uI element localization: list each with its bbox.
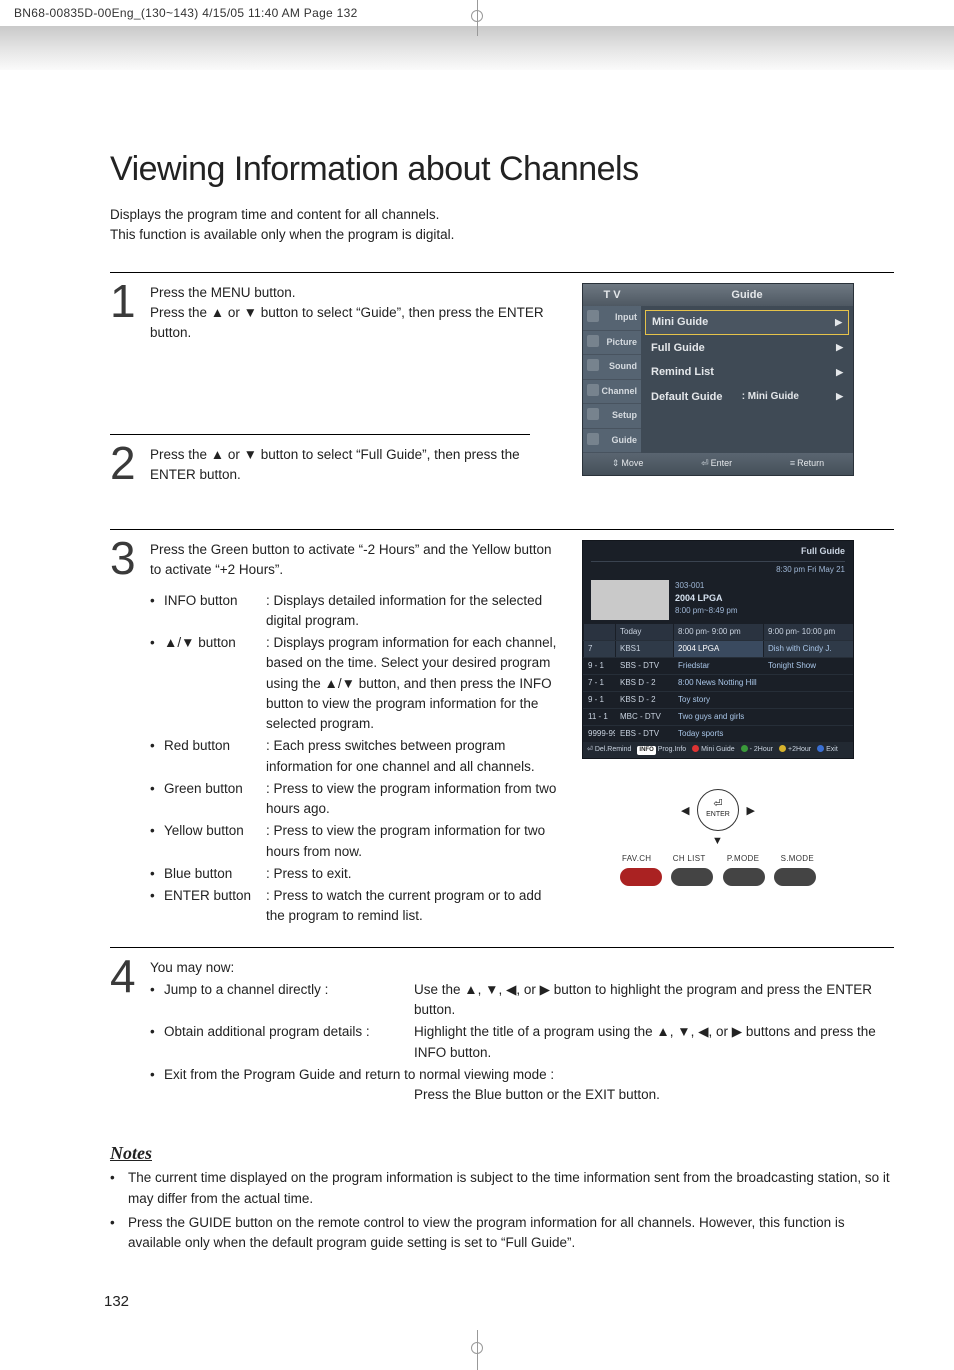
note-item: •Press the GUIDE button on the remote co… (110, 1213, 894, 1254)
tv-menu-right-header: Guide (641, 284, 853, 307)
step4-list: •Jump to a channel directly :Use the ▲, … (150, 980, 894, 1106)
tv-menu-left-header: T V (583, 284, 641, 307)
intro-line: This function is available only when the… (110, 227, 454, 242)
intro-text: Displays the program time and content fo… (110, 205, 894, 246)
fg-row: 11 - 1MBC - DTVTwo guys and girls (583, 708, 853, 725)
step-text-line: Press the MENU button. (150, 285, 296, 300)
tv-menu-right-col: Mini Guide▶ Full Guide▶ Remind List▶ Def… (641, 306, 853, 453)
remote-button (723, 868, 765, 886)
tv-menu-row: Default Guide: Mini Guide▶ (645, 386, 849, 409)
fg-row: 9999-999EBS - DTVToday sports (583, 725, 853, 742)
remote-label: P.MODE (727, 853, 759, 865)
down-arrow-icon: ▼ (712, 833, 723, 850)
fg-channel-num: 303-001 (675, 580, 737, 592)
remote-illustration: ◀ ▶ ▼ ⏎ ENTER FAV.CH CH LIST P.MODE S.MO… (618, 775, 818, 886)
page-number: 132 (104, 1293, 894, 1310)
remote-button (774, 868, 816, 886)
fg-row: 7KBS12004 LPGADish with Cindy J. (583, 640, 853, 657)
button-function-row: •Blue button: Press to exit. (150, 864, 560, 884)
full-guide-screenshot: Full Guide 8:30 pm Fri May 21 303-001 20… (582, 540, 854, 759)
step-text: Press the ▲ or ▼ button to select “Full … (150, 445, 530, 486)
fg-title: Full Guide (591, 545, 845, 562)
step-4: 4 You may now: •Jump to a channel direct… (110, 947, 894, 1126)
tv-menu-row: Full Guide▶ (645, 337, 849, 360)
tv-menu-row: Mini Guide▶ (645, 310, 849, 335)
remote-label: S.MODE (781, 853, 814, 865)
fg-time: 8:30 pm Fri May 21 (591, 564, 845, 576)
intro-line: Displays the program time and content fo… (110, 207, 439, 222)
remote-label: CH LIST (673, 853, 706, 865)
step-number: 2 (110, 443, 150, 484)
right-arrow-icon: ▶ (747, 803, 755, 820)
tv-left-item: Setup (583, 404, 641, 429)
fg-program: 2004 LPGA (675, 592, 737, 606)
fg-row: 9 - 1SBS - DTVFriedstarTonight Show (583, 657, 853, 674)
step-number: 1 (110, 281, 150, 322)
note-item: •The current time displayed on the progr… (110, 1168, 894, 1209)
button-function-row: •▲/▼ button: Displays program informatio… (150, 633, 560, 734)
fg-row: 7 - 1KBS D - 28:00 News Notting Hill (583, 674, 853, 691)
step4-row: •Exit from the Program Guide and return … (150, 1065, 894, 1106)
tv-left-item: Channel (583, 380, 641, 405)
step-text-line: Press the Green button to activate “-2 H… (150, 540, 560, 581)
step-text-line: You may now: (150, 958, 894, 978)
fg-footer: ⏎ Del.Remind INFOProg.Info Mini Guide - … (583, 742, 853, 759)
button-function-row: •INFO button: Displays detailed informat… (150, 591, 560, 632)
fg-thumbnail (591, 580, 669, 620)
step-number: 3 (110, 538, 150, 579)
step-2: 2 Press the ▲ or ▼ button to select “Ful… (110, 434, 530, 504)
remote-button (671, 868, 713, 886)
step-number: 4 (110, 956, 150, 997)
remote-label: FAV.CH (622, 853, 651, 865)
fg-program-time: 8:00 pm~8:49 pm (675, 605, 737, 617)
tv-menu-left-col: Input Picture Sound Channel Setup Guide (583, 306, 641, 453)
step-text-line: Press the ▲ or ▼ button to select “Guide… (150, 305, 544, 340)
tv-left-item: Picture (583, 331, 641, 356)
enter-button-icon: ⏎ ENTER (697, 789, 739, 831)
step-1: 1 Press the MENU button. Press the ▲ or … (110, 272, 894, 434)
fg-row: 9 - 1KBS D - 2Toy story (583, 691, 853, 708)
notes-heading: Notes (110, 1143, 894, 1164)
tv-left-item: Guide (583, 429, 641, 454)
tv-menu-row: Remind List▶ (645, 361, 849, 384)
button-function-list: •INFO button: Displays detailed informat… (150, 591, 560, 927)
tv-menu-screenshot: T V Guide Input Picture Sound Channel Se… (582, 283, 854, 476)
button-function-row: •Yellow button: Press to view the progra… (150, 821, 560, 862)
fg-grid-header: Today 8:00 pm- 9:00 pm 9:00 pm- 10:00 pm (583, 624, 853, 640)
left-arrow-icon: ◀ (681, 803, 689, 820)
tv-menu-footer: ⇕Move ⏎Enter ≡Return (583, 453, 853, 475)
step4-row: •Obtain additional program details :High… (150, 1022, 894, 1063)
tv-left-item: Input (583, 306, 641, 331)
page-title: Viewing Information about Channels (110, 150, 894, 189)
button-function-row: •ENTER button: Press to watch the curren… (150, 886, 560, 927)
step-3: 3 Press the Green button to activate “-2… (110, 529, 894, 947)
step4-row: •Jump to a channel directly :Use the ▲, … (150, 980, 894, 1021)
crop-mark-circle (471, 10, 483, 22)
tv-left-item: Sound (583, 355, 641, 380)
fg-rows: 7KBS12004 LPGADish with Cindy J.9 - 1SBS… (583, 640, 853, 742)
remote-red-button (620, 868, 662, 886)
crop-mark-bottom (0, 1330, 954, 1370)
button-function-row: •Green button: Press to view the program… (150, 779, 560, 820)
button-function-row: •Red button: Each press switches between… (150, 736, 560, 777)
